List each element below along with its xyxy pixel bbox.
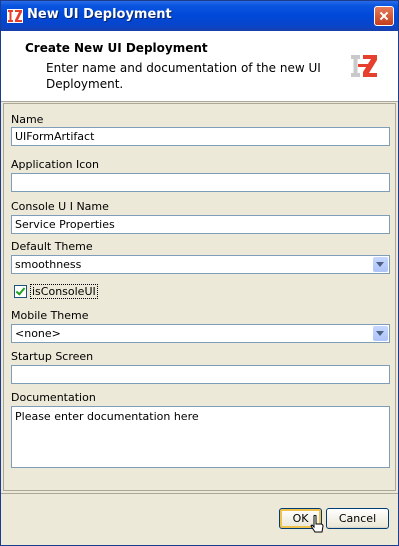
- app-icon-input[interactable]: [11, 173, 390, 192]
- default-theme-label: Default Theme: [11, 240, 93, 253]
- is-console-label[interactable]: isConsoleUI: [30, 284, 98, 299]
- documentation-textarea[interactable]: Please enter documentation here: [11, 406, 390, 468]
- mouse-cursor-icon: [310, 515, 324, 533]
- title-bar[interactable]: New UI Deployment: [1, 1, 398, 31]
- footer-divider: [1, 493, 398, 494]
- startup-screen-label: Startup Screen: [11, 350, 94, 363]
- console-name-label: Console U I Name: [11, 200, 109, 213]
- name-label: Name: [11, 113, 44, 126]
- console-name-input[interactable]: Service Properties: [11, 215, 390, 234]
- cancel-button[interactable]: Cancel: [326, 508, 389, 529]
- chevron-down-icon[interactable]: [373, 326, 388, 341]
- chevron-down-icon[interactable]: [373, 257, 388, 272]
- mobile-theme-value: <none>: [15, 327, 61, 340]
- app-icon-label: Application Icon: [11, 158, 99, 171]
- name-input[interactable]: UIFormArtifact: [11, 127, 390, 146]
- app-icon: [7, 9, 23, 23]
- default-theme-value: smoothness: [15, 258, 82, 271]
- mobile-theme-select[interactable]: <none>: [11, 324, 390, 343]
- header-subtitle: Enter name and documentation of the new …: [46, 61, 321, 91]
- close-button[interactable]: [374, 6, 394, 26]
- i2-logo-icon: [351, 55, 377, 77]
- is-console-checkbox[interactable]: [14, 285, 27, 298]
- startup-screen-input[interactable]: [11, 365, 390, 384]
- header-title: Create New UI Deployment: [25, 41, 208, 55]
- window-title: New UI Deployment: [27, 7, 172, 22]
- dialog-window: New UI Deployment Create New UI Deployme…: [0, 0, 399, 546]
- documentation-label: Documentation: [11, 391, 96, 404]
- default-theme-select[interactable]: smoothness: [11, 255, 390, 274]
- wizard-header: Create New UI Deployment Enter name and …: [1, 31, 398, 102]
- mobile-theme-label: Mobile Theme: [11, 309, 89, 322]
